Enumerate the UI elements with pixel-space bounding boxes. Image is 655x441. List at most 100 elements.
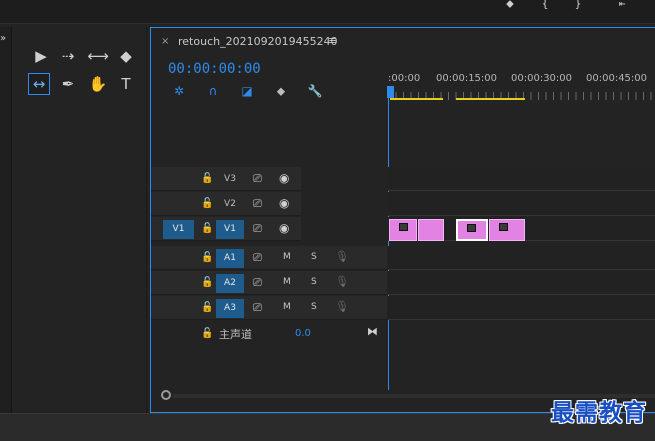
sequence-title[interactable]: retouch_2021092019455240 xyxy=(178,35,338,48)
timeline-panel: × retouch_2021092019455240 ≡ 00:00:00:00… xyxy=(150,27,655,413)
zoom-handle[interactable] xyxy=(161,390,171,400)
mute-button[interactable]: M xyxy=(283,277,291,287)
go-to-end-icon[interactable]: ⧓ xyxy=(367,325,378,338)
mute-button[interactable]: M xyxy=(283,252,291,262)
track-header-spacer xyxy=(301,192,387,216)
source-patch[interactable]: V1 xyxy=(163,220,194,239)
track-name[interactable]: V3 xyxy=(216,170,244,189)
type-tool-icon[interactable]: T xyxy=(115,73,137,95)
add-marker-icon[interactable]: ⬥ xyxy=(272,82,290,100)
video-clip[interactable] xyxy=(489,219,525,241)
nest-sequence-icon[interactable]: ✲ xyxy=(170,82,188,100)
go-to-in-icon[interactable]: ⇤ xyxy=(614,0,630,10)
slip-tool-icon[interactable]: ↔ xyxy=(28,73,50,95)
track-lane[interactable] xyxy=(388,167,655,191)
track-header: 🔓 A3 ⎚ M S 🎙 xyxy=(151,296,387,320)
track-name[interactable]: A2 xyxy=(216,274,244,293)
track-name[interactable]: A3 xyxy=(216,299,244,318)
solo-button[interactable]: S xyxy=(311,252,317,262)
eye-icon[interactable]: ◉ xyxy=(279,171,289,185)
out-bracket-icon[interactable]: } xyxy=(570,0,586,10)
render-bar xyxy=(390,98,443,100)
track-header: 🔓 V3 ⎚ ◉ xyxy=(151,167,387,191)
watermark-logo: 最需教育 xyxy=(551,399,647,426)
chevron-right-icon[interactable]: » xyxy=(0,33,6,44)
close-icon[interactable]: × xyxy=(161,36,169,47)
playhead-timecode[interactable]: 00:00:00:00 xyxy=(168,61,261,77)
tools-panel: ▶ ⇢ ⟷ ◆ ↔ ✒ ✋ T xyxy=(14,27,147,413)
sync-lock-icon[interactable]: ⎚ xyxy=(253,276,262,290)
ruler-label: :00:00 xyxy=(388,73,421,84)
track-name[interactable]: V2 xyxy=(216,195,244,214)
clip-fx-icon xyxy=(399,223,408,231)
track-a1: 🔓 A1 ⎚ M S 🎙 xyxy=(151,246,655,270)
track-header: 🔓 V2 ⎚ ◉ xyxy=(151,192,387,216)
clip-fx-icon xyxy=(499,223,508,231)
sync-lock-icon[interactable]: ⎚ xyxy=(253,172,262,186)
lock-icon[interactable]: 🔓 xyxy=(201,198,213,209)
linked-selection-icon[interactable]: ◪ xyxy=(238,82,256,100)
lock-icon[interactable]: 🔓 xyxy=(201,302,213,313)
lock-icon[interactable]: 🔓 xyxy=(201,252,213,263)
sync-lock-icon[interactable]: ⎚ xyxy=(253,197,262,211)
eye-icon[interactable]: ◉ xyxy=(279,196,289,210)
video-clip-selected[interactable] xyxy=(456,219,488,241)
snap-icon[interactable]: ∩ xyxy=(204,82,222,100)
time-ruler[interactable]: :00:00 00:00:15:00 00:00:30:00 00:00:45:… xyxy=(388,68,655,100)
lock-icon[interactable]: 🔓 xyxy=(201,173,213,184)
lock-icon[interactable]: 🔓 xyxy=(201,328,213,339)
panel-menu-icon[interactable]: ≡ xyxy=(328,34,337,47)
track-header-spacer xyxy=(301,217,387,241)
track-header-spacer xyxy=(301,167,387,191)
selection-tool-icon[interactable]: ▶ xyxy=(30,45,52,67)
ruler-label: 00:00:30:00 xyxy=(511,73,573,84)
render-bar xyxy=(456,98,525,100)
playhead-line xyxy=(388,98,389,390)
track-header: 🔓 A1 ⎚ M S 🎙 xyxy=(151,246,387,270)
track-header: V1 🔓 V1 ⎚ ◉ xyxy=(151,217,387,241)
hand-tool-icon[interactable]: ✋ xyxy=(87,73,109,95)
microphone-icon[interactable]: 🎙 xyxy=(335,275,349,288)
track-name[interactable]: V1 xyxy=(216,220,244,239)
clip-fx-icon xyxy=(467,224,476,232)
track-a3: 🔓 A3 ⎚ M S 🎙 xyxy=(151,296,655,320)
microphone-icon[interactable]: 🎙 xyxy=(335,250,349,263)
razor-tool-icon[interactable]: ◆ xyxy=(115,45,137,67)
settings-wrench-icon[interactable]: 🔧 xyxy=(306,82,324,100)
track-header: 🔓 A2 ⎚ M S 🎙 xyxy=(151,271,387,295)
solo-button[interactable]: S xyxy=(311,277,317,287)
ripple-edit-tool-icon[interactable]: ⟷ xyxy=(87,45,109,67)
track-lane[interactable] xyxy=(388,192,655,216)
track-v3: 🔓 V3 ⎚ ◉ xyxy=(151,167,655,191)
mute-button[interactable]: M xyxy=(283,302,291,312)
solo-button[interactable]: S xyxy=(311,302,317,312)
master-volume-value[interactable]: 0.0 xyxy=(295,328,311,339)
master-label: 主声道 xyxy=(219,328,252,341)
track-select-tool-icon[interactable]: ⇢ xyxy=(57,45,79,67)
in-bracket-icon[interactable]: { xyxy=(537,0,553,10)
marker-icon[interactable]: ⬥ xyxy=(502,0,518,10)
video-clip[interactable] xyxy=(389,219,417,241)
ruler-label: 00:00:15:00 xyxy=(436,73,498,84)
playhead-handle[interactable] xyxy=(387,86,394,98)
track-lane[interactable] xyxy=(388,217,655,241)
lock-icon[interactable]: 🔓 xyxy=(201,223,213,234)
video-clip[interactable] xyxy=(418,219,444,241)
microphone-icon[interactable]: 🎙 xyxy=(335,300,349,313)
track-lane[interactable] xyxy=(388,296,655,320)
track-v2: 🔓 V2 ⎚ ◉ xyxy=(151,192,655,216)
pen-tool-icon[interactable]: ✒ xyxy=(57,73,79,95)
eye-icon[interactable]: ◉ xyxy=(279,221,289,235)
track-lane[interactable] xyxy=(388,246,655,270)
track-v1: V1 🔓 V1 ⎚ ◉ xyxy=(151,217,655,241)
sync-lock-icon[interactable]: ⎚ xyxy=(253,222,262,236)
track-a2: 🔓 A2 ⎚ M S 🎙 xyxy=(151,271,655,295)
sync-lock-icon[interactable]: ⎚ xyxy=(253,301,262,315)
lock-icon[interactable]: 🔓 xyxy=(201,277,213,288)
track-name[interactable]: A1 xyxy=(216,249,244,268)
panel-collapse-strip: » xyxy=(0,27,12,413)
top-toolbar: ⬥ { } ⇤ xyxy=(0,0,655,24)
track-lane[interactable] xyxy=(388,271,655,295)
sync-lock-icon[interactable]: ⎚ xyxy=(253,251,262,265)
ruler-label: 00:00:45:00 xyxy=(586,73,648,84)
